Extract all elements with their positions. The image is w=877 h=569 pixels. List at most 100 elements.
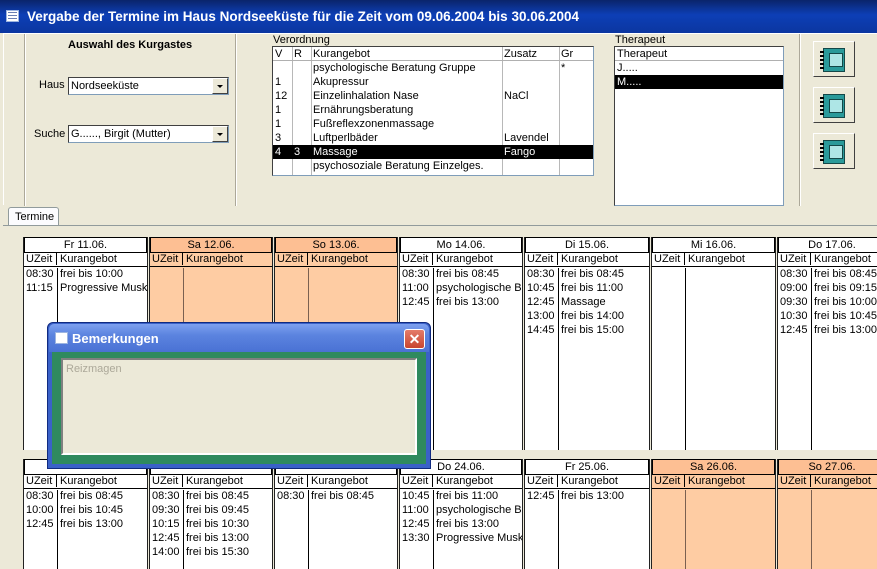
verordnung-row[interactable]: 4 3 Massage Fango [273,145,593,159]
appointment-row[interactable]: 13:00 frei bis 14:00 [525,310,649,324]
appointment-row[interactable]: 10:30 frei bis 10:45 [778,310,877,324]
appointment-row[interactable]: 12:45 frei bis 13:00 [400,518,522,532]
bemerkungen-memo-field[interactable]: Reizmagen [61,358,417,455]
col-header-kurangebot: Kurangebot [561,253,618,265]
col-header-zusatz: Zusatz [504,48,538,60]
appointment-row[interactable]: 10:00 frei bis 10:45 [24,504,147,518]
appointment-text: frei bis 08:45 [561,268,624,280]
day-column[interactable]: Fr 25.06. UZeit Kurangebot 12:45 frei bis 13… [524,459,650,569]
appointment-time: 09:00 [780,282,808,294]
appointment-row[interactable]: 10:45 frei bis 11:00 [525,282,649,296]
verordnung-row[interactable]: psychosoziale Beratung Einzelges. [273,159,593,173]
appointment-row[interactable]: 09:30 frei bis 10:00 [778,296,877,310]
col-header-uzeit: UZeit [275,253,308,265]
appointment-row[interactable]: 11:00 psychologische B [400,282,522,296]
day-header: So 13.06. [275,237,397,253]
col-header-kurangebot: Kurangebot [814,253,871,265]
col-header-uzeit: UZeit [652,475,685,487]
dialog-title: Bemerkungen [72,331,159,346]
appointment-row[interactable]: 12:45 frei bis 13:00 [778,324,877,338]
appointment-text: frei bis 09:45 [186,504,249,516]
appointment-row[interactable]: 08:30 frei bis 08:45 [150,490,272,504]
column-header-row: UZeit Kurangebot [150,475,272,489]
dropdown-arrow-icon[interactable] [212,126,228,142]
appointment-row[interactable]: 10:45 frei bis 11:00 [400,490,522,504]
suche-combobox[interactable]: G......, Birgit (Mutter) [68,125,229,143]
appointment-row[interactable]: 12:45 frei bis 13:00 [400,296,522,310]
notebook-icon [820,48,845,72]
verordnung-list[interactable]: V R Kurangebot Zusatz Gr psychologische … [272,46,594,176]
col-header-kurangebot: Kurangebot [186,253,243,265]
day-column[interactable]: UZeit Kurangebot 08:30 frei bis 08:45 10:00 f… [23,459,148,569]
appointment-row[interactable]: 14:45 frei bis 15:00 [525,324,649,338]
cell-v: 1 [275,104,282,116]
therapeut-row[interactable]: J..... [615,61,783,75]
column-header-row: UZeit Kurangebot [778,475,877,489]
appointment-row[interactable]: 14:00 frei bis 15:30 [150,546,272,560]
column-header-row: UZeit Kurangebot [400,253,522,267]
verordnung-row[interactable]: psychologische Beratung Gruppe * [273,61,593,75]
appointment-row[interactable]: 12:45 frei bis 13:00 [24,518,147,532]
appointment-row[interactable]: 13:30 Progressive Musk [400,532,522,546]
verordnung-row[interactable]: 12 Einzelinhalation Nase NaCl [273,89,593,103]
action-button-1[interactable] [813,41,855,77]
cell-kurangebot: psychologische Beratung Gruppe [313,62,476,74]
cell-gr: * [561,62,566,74]
close-button[interactable]: ✕ [404,329,425,349]
day-column[interactable]: Di 15.06. UZeit Kurangebot 08:30 frei bis 08… [524,237,650,450]
appointment-row[interactable]: 09:30 frei bis 09:45 [150,504,272,518]
appointment-time: 08:30 [402,268,430,280]
therapeut-name: M..... [617,76,642,88]
appointment-row[interactable]: 12:45 frei bis 13:00 [150,532,272,546]
appointment-text: frei bis 13:00 [436,518,499,530]
col-header-kurangebot: Kurangebot [60,475,117,487]
appointment-row[interactable]: 08:30 frei bis 08:45 [400,268,522,282]
haus-combobox[interactable]: Nordseeküste [68,77,229,95]
day-column[interactable]: Sa 26.06. UZeit Kurangebot [651,459,776,569]
column-header-row: UZeit Kurangebot [275,475,397,489]
appointment-row[interactable]: 12:45 Massage [525,296,649,310]
appointment-text: frei bis 10:30 [186,518,249,530]
day-column[interactable]: UZeit Kurangebot 08:30 frei bis 08:45 09:30 f… [149,459,273,569]
day-column[interactable]: So 27.06. UZeit Kurangebot [777,459,877,569]
appointment-row[interactable]: 08:30 frei bis 08:45 [275,490,397,504]
therapeut-row[interactable]: M..... [615,75,783,89]
appointment-row[interactable]: 11:15 Progressive Musk [24,282,147,296]
tab-termine[interactable]: Termine [8,207,59,226]
verordnung-row[interactable]: 1 Fußreflexzonenmassage [273,117,593,131]
column-header-row: UZeit Kurangebot [275,253,397,267]
bemerkungen-dialog: Bemerkungen ✕ Reizmagen [47,322,431,469]
day-column[interactable]: Mi 16.06. UZeit Kurangebot [651,237,776,450]
verordnung-row[interactable]: 1 Ernährungsberatung [273,103,593,117]
col-header-kurangebot: Kurangebot [561,475,618,487]
therapeut-list[interactable]: Therapeut J..... M..... [614,46,784,206]
col-header-uzeit: UZeit [400,253,433,265]
verordnung-row[interactable]: 3 Luftperlbäder Lavendel [273,131,593,145]
dialog-title-bar[interactable]: Bemerkungen ✕ [49,324,429,352]
cell-kurangebot: Ernährungsberatung [313,104,414,116]
day-column[interactable]: Do 24.06. UZeit Kurangebot 10:45 frei bis 11… [399,459,523,569]
day-header: Sa 12.06. [150,237,272,253]
appointment-row[interactable]: 08:30 frei bis 10:00 [24,268,147,282]
appointment-row[interactable]: 08:30 frei bis 08:45 [24,490,147,504]
divider [24,34,26,206]
appointment-row[interactable]: 09:00 frei bis 09:15 [778,282,877,296]
action-button-2[interactable] [813,87,855,123]
appointment-row[interactable]: 10:15 frei bis 10:30 [150,518,272,532]
day-column[interactable]: UZeit Kurangebot 08:30 frei bis 08:45 [274,459,398,569]
appointment-row[interactable]: 12:45 frei bis 13:00 [525,490,649,504]
appointment-row[interactable]: 08:30 frei bis 08:45 [525,268,649,282]
day-column[interactable]: Do 17.06. UZeit Kurangebot 08:30 frei bis 08… [777,237,877,450]
verordnung-row[interactable]: 1 Akupressur [273,75,593,89]
appointment-row[interactable]: 11:00 psychologische B [400,504,522,518]
verordnung-header-row: V R Kurangebot Zusatz Gr [273,47,593,61]
appointment-row[interactable]: 08:30 frei bis 08:45 [778,268,877,282]
col-header-uzeit: UZeit [24,475,57,487]
dropdown-arrow-icon[interactable] [212,78,228,94]
col-header-kurangebot: Kurangebot [311,253,368,265]
action-button-3[interactable] [813,133,855,169]
col-header-kurangebot: Kurangebot [311,475,368,487]
appointment-text: frei bis 11:00 [436,490,499,502]
col-header-kurangebot: Kurangebot [814,475,871,487]
appointment-list: 08:30 frei bis 10:00 11:15 Progressive Musk [24,268,147,296]
